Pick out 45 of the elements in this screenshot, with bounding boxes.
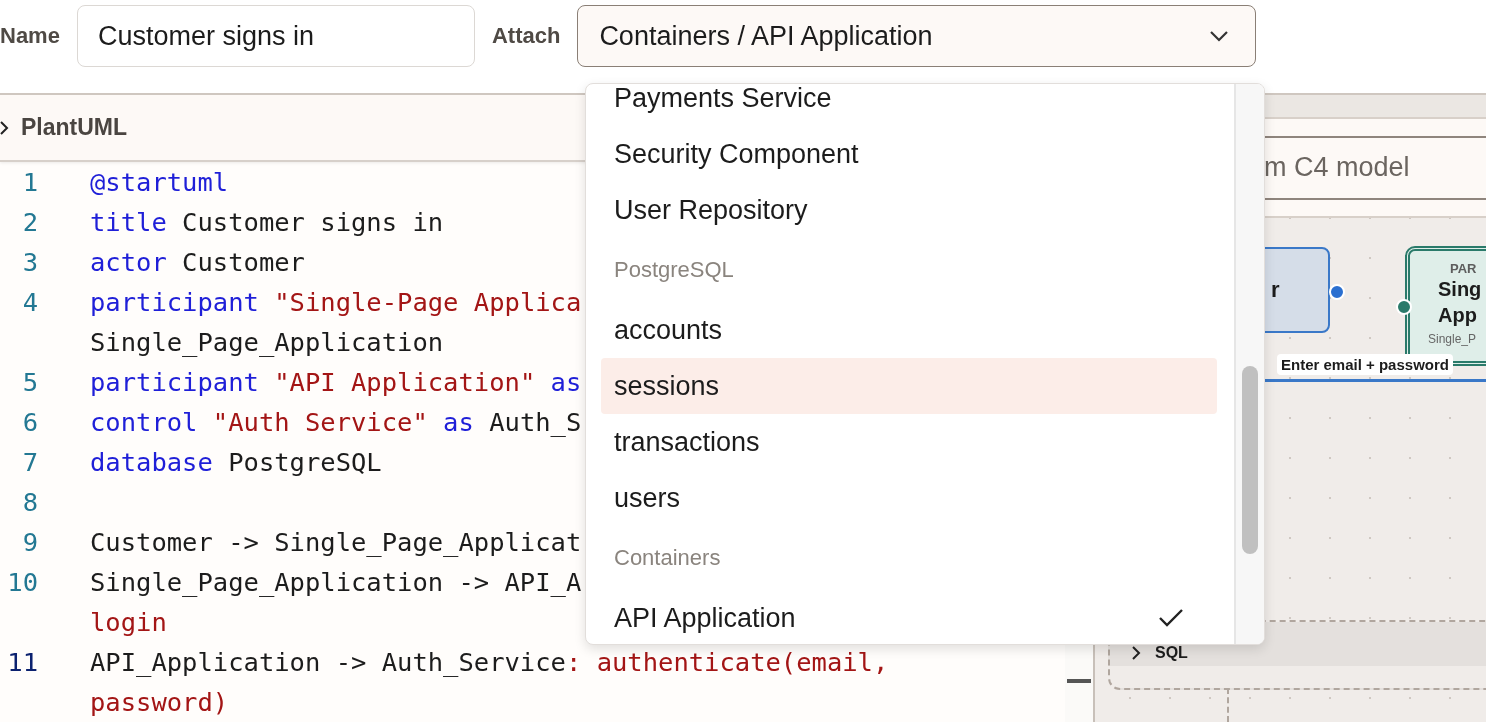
code-line: Single_Page_Application -> API_A (90, 567, 582, 597)
line-number: 7 (21, 446, 38, 479)
code-line: @startuml (90, 167, 229, 197)
code-line: Single_Page_Application (90, 327, 444, 357)
group-heading: Containers (613, 544, 722, 572)
code-line: password) (90, 687, 229, 717)
dropdown-option[interactable]: transactions (601, 414, 1217, 470)
dropdown-option[interactable]: sessions (601, 358, 1217, 414)
line-number: 4 (21, 286, 38, 319)
code-line: participant "API Application" as (90, 367, 582, 397)
line-number: 9 (21, 526, 38, 559)
attach-select[interactable]: Containers / API Application (577, 5, 1257, 67)
code-line: login (90, 607, 167, 637)
chevron-right-icon (1132, 646, 1141, 660)
dropdown-option[interactable]: accounts (601, 302, 1217, 358)
code-line: Customer -> Single_Page_Applicat (90, 527, 582, 557)
name-label: Name (0, 23, 60, 49)
line-number: 8 (21, 486, 38, 519)
code-line: database PostgreSQL (90, 447, 382, 477)
chevron-right-icon (0, 120, 9, 135)
edge-label: Enter email + password (1277, 354, 1453, 375)
line-number: 1 (21, 166, 38, 199)
group-heading: PostgreSQL (613, 256, 735, 284)
attach-label: Attach (491, 23, 561, 49)
dropdown-option[interactable]: users (601, 470, 1217, 526)
scrollbar[interactable] (1234, 84, 1264, 644)
code-line: participant "Single-Page Applica (90, 287, 582, 317)
line-number: 11 (6, 646, 38, 679)
code-line: control "Auth Service" as Auth_S (90, 407, 582, 437)
line-number: 2 (21, 206, 38, 239)
check-icon (1158, 608, 1184, 628)
line-number: 6 (21, 406, 38, 439)
connection-handle[interactable] (1329, 284, 1345, 300)
line-number: 3 (21, 246, 38, 279)
dropdown-option[interactable]: User Repository (601, 182, 1217, 238)
editor-title: PlantUML (21, 114, 128, 141)
name-field[interactable]: Customer signs in (76, 5, 475, 67)
line-number: 5 (21, 366, 38, 399)
chevron-down-icon (1209, 30, 1230, 42)
connection-handle[interactable] (1396, 299, 1412, 315)
line-number: 10 (6, 566, 38, 599)
code-line: actor Customer (90, 247, 305, 277)
group-label: SQL (1155, 644, 1188, 662)
code-line: API_Application -> Auth_Service: authenticate(email, (90, 647, 889, 677)
code-line: title Customer signs in (90, 207, 444, 237)
